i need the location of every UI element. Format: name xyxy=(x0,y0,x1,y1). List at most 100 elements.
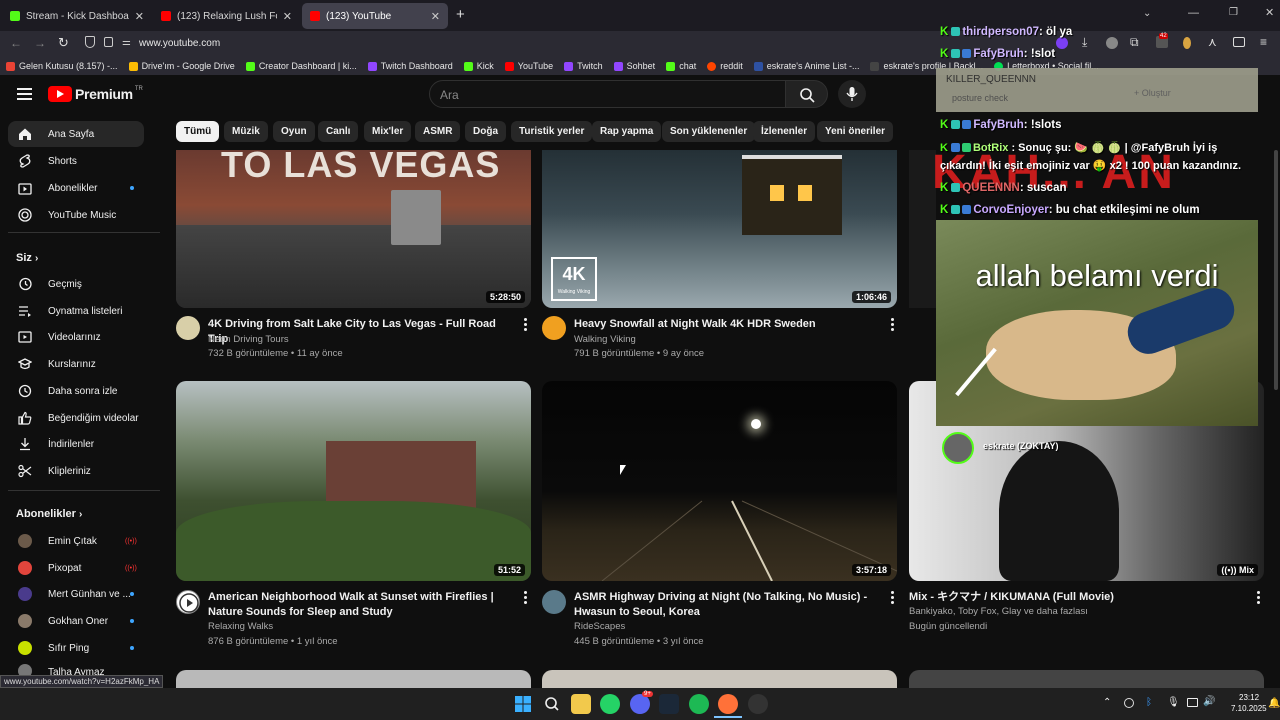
search-input[interactable]: Ara xyxy=(429,80,786,108)
back-icon[interactable]: ← xyxy=(10,36,22,50)
chip-new-to-you[interactable]: Yeni öneriler xyxy=(817,121,894,142)
sidebar-toggle-icon[interactable] xyxy=(1233,37,1245,47)
chip-gaming[interactable]: Oyun xyxy=(273,121,315,142)
search-taskbar-button[interactable] xyxy=(542,694,562,714)
more-options-icon[interactable] xyxy=(891,318,895,332)
chip-recently-uploaded[interactable]: Son yüklenenler xyxy=(662,121,756,142)
more-options-icon[interactable] xyxy=(524,591,528,605)
video-title[interactable]: Mix - キクマナ / KIKUMANA (Full Movie) xyxy=(909,590,1249,605)
firefox-icon[interactable] xyxy=(718,694,738,714)
discord-icon[interactable] xyxy=(630,694,650,714)
sidebar-sub-sifir-ping[interactable]: Sıfır Ping xyxy=(8,635,144,661)
bookmark-item[interactable]: Sohbet xyxy=(613,61,655,71)
create-button[interactable]: + Oluştur xyxy=(1134,88,1171,98)
sidebar-section-you[interactable]: Siz › xyxy=(16,252,38,264)
close-window-icon[interactable]: ✕ xyxy=(1265,6,1274,19)
youtube-logo[interactable]: Premium TR xyxy=(48,86,143,102)
lock-icon[interactable] xyxy=(104,37,113,47)
sidebar-item-courses[interactable]: Kurslarınız xyxy=(8,351,144,377)
hamburger-menu-icon[interactable] xyxy=(17,85,32,103)
search-button[interactable] xyxy=(785,80,828,108)
sidebar-item-clips[interactable]: Klipleriniz xyxy=(8,458,144,484)
bookmark-item[interactable]: Gelen Kutusu (8.157) -... xyxy=(6,61,118,71)
bluetooth-icon[interactable]: ᛒ xyxy=(1146,697,1152,708)
network-icon[interactable] xyxy=(1187,698,1198,707)
chip-asmr[interactable]: ASMR xyxy=(415,121,461,142)
sidebar-sub-mert-gunhan[interactable]: Mert Günhan ve ... xyxy=(8,581,144,607)
close-tab-icon[interactable]: ✕ xyxy=(431,10,440,23)
channel-name[interactable]: Relaxing Walks xyxy=(208,621,273,632)
downloads-icon[interactable]: ⤓ xyxy=(1082,35,1087,50)
start-button[interactable] xyxy=(513,694,533,714)
extension-icon[interactable] xyxy=(1183,37,1191,49)
voice-search-button[interactable] xyxy=(838,80,866,108)
channel-name[interactable]: RideScapes xyxy=(574,621,625,632)
more-options-icon[interactable] xyxy=(891,591,895,605)
tab-relaxing-forest[interactable]: (123) Relaxing Lush Forest Thun ✕ xyxy=(153,3,300,29)
tray-app-icon[interactable] xyxy=(1124,698,1134,708)
video-thumbnail[interactable]: 4K Walking Viking 1:06:46 xyxy=(542,150,897,308)
channel-avatar[interactable] xyxy=(542,316,566,340)
bookmark-item[interactable]: YouTube xyxy=(504,61,553,71)
video-title[interactable]: American Neighborhood Walk at Sunset wit… xyxy=(208,590,513,620)
page-scrollbar[interactable] xyxy=(1274,150,1278,390)
bookmark-item[interactable]: Kick xyxy=(463,61,494,71)
video-title[interactable]: ASMR Highway Driving at Night (No Talkin… xyxy=(574,590,874,620)
sidebar-item-home[interactable]: Ana Sayfa xyxy=(8,121,144,147)
shield-icon[interactable] xyxy=(85,36,95,48)
notifications-icon[interactable]: 🔔 xyxy=(1268,698,1280,709)
bookmark-item[interactable]: Creator Dashboard | ki... xyxy=(245,61,357,71)
video-thumbnail[interactable]: TO LAS VEGAS 5:28:50 xyxy=(176,150,531,308)
channel-avatar[interactable] xyxy=(176,316,200,340)
video-thumbnail[interactable]: 51:52 xyxy=(176,381,531,581)
sidebar-section-subscriptions[interactable]: Abonelikler › xyxy=(16,508,82,520)
sidebar-sub-emin-citak[interactable]: Emin Çıtak ((•)) xyxy=(8,528,144,554)
close-tab-icon[interactable]: ✕ xyxy=(283,10,292,23)
maximize-icon[interactable]: ❐ xyxy=(1229,7,1238,18)
sidebar-sub-gokhan-oner[interactable]: Gokhan Oner xyxy=(8,608,144,634)
bookmark-item[interactable]: eskrate's Anime List -... xyxy=(753,61,859,71)
obs-icon[interactable] xyxy=(748,694,768,714)
sidebar-item-downloads[interactable]: İndirilenler xyxy=(8,431,144,457)
sidebar-item-liked-videos[interactable]: Beğendiğim videolar xyxy=(8,405,144,431)
steam-icon[interactable] xyxy=(659,694,679,714)
forward-icon[interactable]: → xyxy=(34,36,46,50)
reload-icon[interactable]: ↻ xyxy=(58,35,69,51)
bookmark-item[interactable]: Drive'ım - Google Drive xyxy=(128,61,235,71)
minimize-icon[interactable]: — xyxy=(1188,7,1199,19)
whatsapp-icon[interactable] xyxy=(600,694,620,714)
chip-nature[interactable]: Doğa xyxy=(465,121,506,142)
address-bar[interactable]: www.youtube.com xyxy=(139,38,220,49)
sidebar-item-shorts[interactable]: Shorts xyxy=(8,148,144,174)
video-thumbnail[interactable] xyxy=(176,670,531,688)
sidebar-item-subscriptions[interactable]: Abonelikler xyxy=(8,175,144,201)
tab-youtube[interactable]: (123) YouTube ✕ xyxy=(302,3,448,29)
chip-all[interactable]: Tümü xyxy=(176,121,220,142)
extension-icon[interactable]: ⋏ xyxy=(1208,35,1217,49)
sidebar-item-playlists[interactable]: Oynatma listeleri xyxy=(8,298,144,324)
video-thumbnail[interactable]: 3:57:18 xyxy=(542,381,897,581)
close-tab-icon[interactable]: ✕ xyxy=(135,10,144,23)
bookmark-item[interactable]: Twitch Dashboard xyxy=(367,61,453,71)
extension-icon[interactable] xyxy=(1056,37,1068,49)
volume-icon[interactable]: 🔊 xyxy=(1203,696,1215,707)
more-options-icon[interactable] xyxy=(524,318,528,332)
sidebar-item-your-videos[interactable]: Videolarınız xyxy=(8,324,144,350)
channel-name[interactable]: Walking Viking xyxy=(574,334,636,345)
new-tab-button[interactable]: + xyxy=(456,6,465,23)
channel-name[interactable]: Neon Driving Tours xyxy=(208,334,289,345)
file-explorer-icon[interactable] xyxy=(571,694,591,714)
clock-time[interactable]: 23:12 xyxy=(1239,693,1259,702)
bookmark-item[interactable]: Twitch xyxy=(564,61,603,71)
video-title[interactable]: Heavy Snowfall at Night Walk 4K HDR Swed… xyxy=(574,317,884,332)
sidebar-sub-pixopat[interactable]: Pixopat ((•)) xyxy=(8,555,144,581)
bookmark-item[interactable]: chat xyxy=(666,61,696,71)
video-thumbnail[interactable] xyxy=(909,670,1264,688)
show-hidden-icons[interactable]: ⌃ xyxy=(1103,697,1111,708)
chip-tourist-places[interactable]: Turistik yerler xyxy=(511,121,593,142)
sidebar-item-watch-later[interactable]: Daha sonra izle xyxy=(8,378,144,404)
menu-icon[interactable]: ≡ xyxy=(1260,35,1267,49)
channel-name[interactable]: Bankiyako, Toby Fox, Glay ve daha fazlas… xyxy=(909,606,1088,617)
channel-avatar[interactable] xyxy=(176,590,200,614)
chip-live[interactable]: Canlı xyxy=(318,121,359,142)
